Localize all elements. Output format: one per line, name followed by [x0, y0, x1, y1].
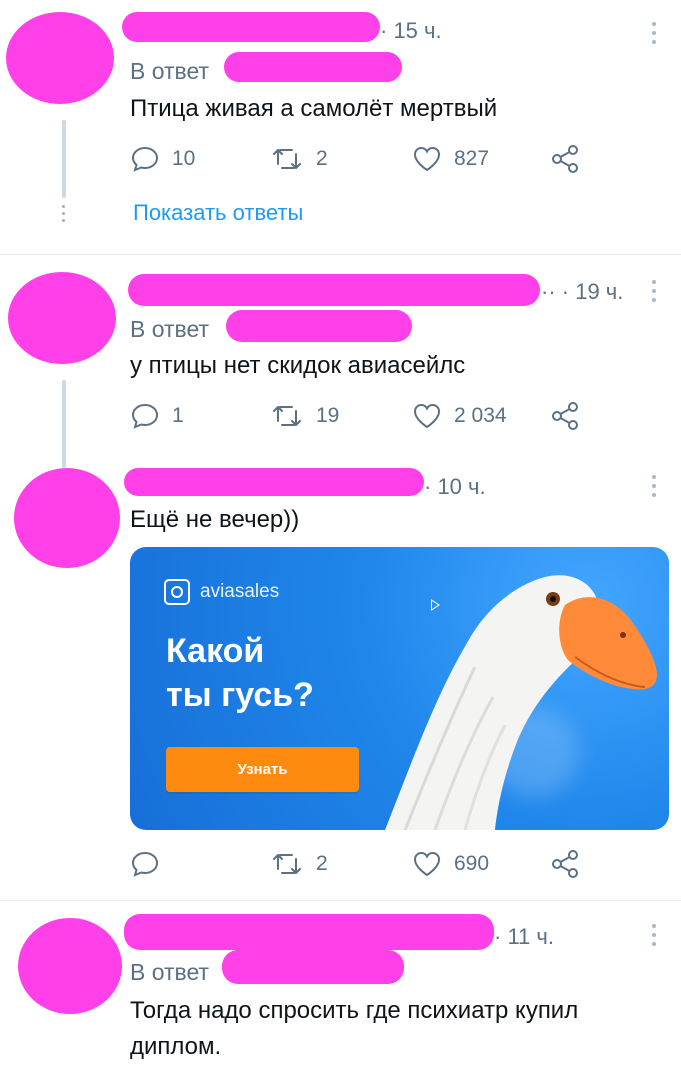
redacted-username	[128, 274, 540, 306]
ad-headline-line-2: ты гусь?	[166, 676, 314, 714]
like-count: 827	[454, 147, 490, 170]
tweet-actions: 10 2 827	[130, 144, 590, 174]
tweet-text-line-2: диплом.	[130, 1033, 222, 1060]
retweet-icon	[273, 406, 301, 426]
retweet-button[interactable]: 2	[270, 849, 328, 879]
goose-illustration	[385, 575, 657, 830]
retweet-button[interactable]: 19	[270, 401, 339, 431]
retweet-count: 2	[316, 147, 328, 170]
learn-more-button[interactable]: Узнать	[166, 747, 359, 792]
timestamp[interactable]: · 10 ч.	[424, 474, 486, 500]
brand-logo: aviasales	[164, 579, 279, 605]
redacted-reply-target	[224, 52, 402, 82]
reply-count: 1	[172, 404, 184, 427]
reply-icon	[131, 403, 159, 429]
tweet-text: у птицы нет скидок авиасейлс	[130, 352, 466, 379]
share-button[interactable]	[550, 849, 580, 879]
heart-icon	[413, 146, 441, 172]
like-count: 690	[454, 852, 490, 875]
more-options-icon[interactable]	[651, 475, 657, 502]
reply-context-label: В ответ	[130, 959, 210, 985]
tweet-text: Птица живая а самолёт мертвый	[130, 95, 498, 122]
thread-line	[62, 380, 66, 468]
tweet-actions: 1 19 2 034	[130, 401, 590, 431]
tweet-text: Тогда надо спросить где психиатр купил д…	[130, 993, 578, 1065]
more-options-icon[interactable]	[651, 924, 657, 951]
retweet-icon	[273, 854, 301, 874]
tweet-actions: 2 690	[130, 849, 590, 879]
show-replies-link[interactable]: Показать ответы	[133, 200, 303, 226]
ad-card[interactable]: aviasales Какой ты гусь? Узнать	[130, 547, 669, 830]
avatar[interactable]	[6, 12, 114, 104]
brand-name: aviasales	[200, 581, 280, 602]
reply-context-label: В ответ	[130, 58, 210, 84]
share-button[interactable]	[550, 401, 580, 431]
more-options-icon[interactable]	[651, 280, 657, 307]
reply-icon	[131, 146, 159, 172]
retweet-icon	[273, 149, 301, 169]
share-icon	[552, 850, 578, 878]
avatar[interactable]	[14, 468, 120, 568]
divider	[0, 900, 681, 901]
tweet-text: Ещё не вечер))	[130, 506, 300, 533]
aviasales-logo-icon	[164, 579, 190, 605]
like-count: 2 034	[454, 404, 507, 427]
heart-icon	[413, 851, 441, 877]
ad-headline: Какой ты гусь?	[166, 629, 314, 717]
like-button[interactable]: 827	[412, 144, 489, 174]
reply-context-label: В ответ	[130, 316, 210, 342]
timestamp[interactable]: ·· · 19 ч.	[541, 279, 623, 305]
reply-button[interactable]: 1	[130, 401, 184, 431]
share-icon	[552, 402, 578, 430]
retweet-button[interactable]: 2	[270, 144, 328, 174]
share-icon	[552, 145, 578, 173]
retweet-count: 19	[316, 404, 340, 427]
more-options-icon[interactable]	[651, 22, 657, 49]
retweet-count: 2	[316, 852, 328, 875]
redacted-reply-target	[226, 310, 412, 342]
thread-dots-icon	[62, 205, 66, 226]
reply-icon	[131, 851, 159, 877]
like-button[interactable]: 690	[412, 849, 489, 879]
reply-button[interactable]: 10	[130, 144, 195, 174]
divider	[0, 254, 681, 255]
like-button[interactable]: 2 034	[412, 401, 507, 431]
ad-headline-line-1: Какой	[166, 632, 265, 670]
heart-icon	[413, 403, 441, 429]
avatar[interactable]	[8, 272, 116, 364]
share-button[interactable]	[550, 144, 580, 174]
tweet-text-line-1: Тогда надо спросить где психиатр купил	[130, 997, 579, 1024]
redacted-reply-target	[222, 950, 404, 984]
timestamp[interactable]: · 11 ч.	[494, 924, 554, 950]
avatar[interactable]	[18, 918, 122, 1014]
thread-line	[62, 120, 66, 198]
redacted-username	[122, 12, 380, 42]
timestamp[interactable]: · 15 ч.	[380, 18, 442, 44]
redacted-username	[124, 468, 424, 496]
reply-button[interactable]	[130, 849, 172, 879]
redacted-username	[124, 914, 494, 950]
reply-count: 10	[172, 147, 196, 170]
